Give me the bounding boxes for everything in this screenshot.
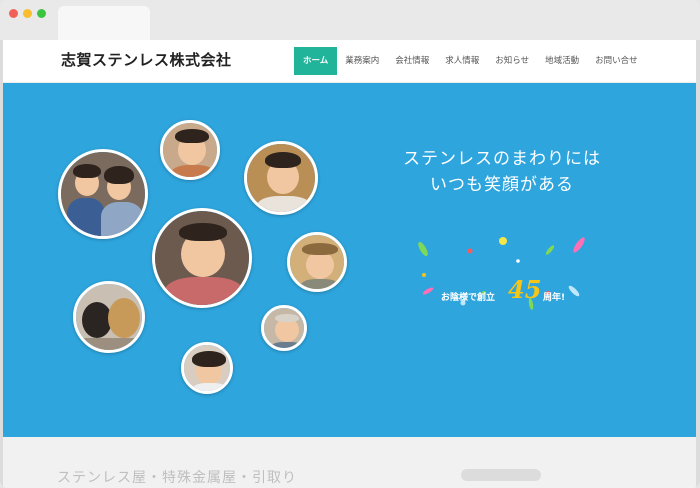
anniversary-number: 45 bbox=[508, 275, 542, 304]
confetti-leaf bbox=[418, 241, 428, 257]
photo-elder-man bbox=[261, 305, 307, 351]
page-viewport: 志賀ステンレス株式会社 ホーム 業務案内 会社情報 求人情報 お知らせ 地域活動… bbox=[3, 40, 696, 488]
photo-man-center bbox=[152, 208, 252, 308]
section-heading-partial: ステンレス屋・特殊金属屋・引取り bbox=[57, 470, 297, 486]
confetti-leaf bbox=[545, 245, 555, 255]
browser-tab[interactable] bbox=[58, 6, 150, 40]
confetti-dot bbox=[467, 248, 473, 254]
hero-tagline: ステンレスのまわりには いつも笑顔がある bbox=[389, 146, 615, 198]
nav-item-recruit[interactable]: 求人情報 bbox=[437, 47, 487, 75]
nav-item-contact[interactable]: お問い合せ bbox=[587, 47, 646, 75]
anniversary-badge: お陰様で創立 45 周年! bbox=[417, 275, 597, 308]
maximize-window-button[interactable] bbox=[37, 9, 46, 18]
site-header: 志賀ステンレス株式会社 ホーム 業務案内 会社情報 求人情報 お知らせ 地域活動… bbox=[3, 40, 696, 83]
confetti-dot bbox=[422, 273, 426, 277]
photo-dogs bbox=[73, 281, 145, 353]
nav-item-home[interactable]: ホーム bbox=[294, 47, 338, 75]
anniversary-suffix: 周年! bbox=[543, 293, 566, 303]
confetti-leaf bbox=[573, 237, 585, 253]
tagline-line-2: いつも笑顔がある bbox=[430, 175, 574, 195]
browser-chrome bbox=[0, 0, 700, 40]
site-logo[interactable]: 志賀ステンレス株式会社 bbox=[61, 49, 232, 70]
nav-item-services[interactable]: 業務案内 bbox=[337, 47, 387, 75]
main-nav: ホーム 業務案内 会社情報 求人情報 お知らせ 地域活動 お問い合せ bbox=[294, 47, 646, 75]
photo-woman-smiling bbox=[181, 342, 233, 394]
photo-woman-glasses bbox=[160, 120, 220, 180]
section-decoration bbox=[461, 469, 541, 481]
nav-item-news[interactable]: お知らせ bbox=[487, 47, 537, 75]
photo-family bbox=[58, 149, 148, 239]
tagline-line-1: ステンレスのまわりには bbox=[403, 149, 601, 169]
confetti-dot bbox=[499, 237, 507, 245]
nav-item-company[interactable]: 会社情報 bbox=[387, 47, 437, 75]
anniversary-prefix: お陰様で創立 bbox=[441, 293, 496, 303]
nav-item-community[interactable]: 地域活動 bbox=[537, 47, 587, 75]
confetti-dot bbox=[516, 259, 520, 263]
photo-man-hat bbox=[287, 232, 347, 292]
hero-banner: ステンレスのまわりには いつも笑顔がある お陰様で創立 45 周年! bbox=[3, 83, 696, 437]
browser-window: 志賀ステンレス株式会社 ホーム 業務案内 会社情報 求人情報 お知らせ 地域活動… bbox=[0, 0, 700, 488]
close-window-button[interactable] bbox=[9, 9, 18, 18]
minimize-window-button[interactable] bbox=[23, 9, 32, 18]
below-fold-section: ステンレス屋・特殊金属屋・引取り bbox=[3, 437, 696, 488]
photo-child-peace bbox=[244, 141, 318, 215]
